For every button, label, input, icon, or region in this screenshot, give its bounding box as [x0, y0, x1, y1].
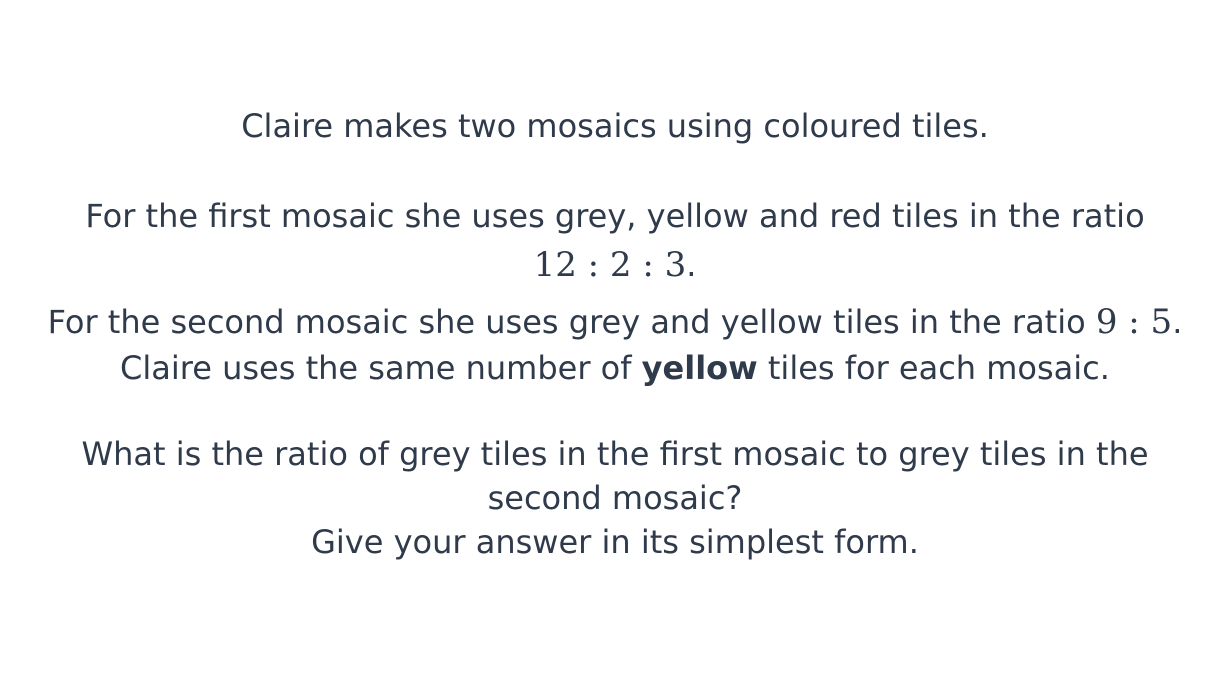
instruction-text: Give your answer in its simplest form. [311, 523, 919, 561]
second-ratio-period: . [1172, 303, 1183, 341]
intro-text: Claire makes two mosaics using coloured … [241, 107, 989, 145]
question-line-2: second mosaic? [0, 476, 1230, 520]
yellow-emphasis: yellow [641, 349, 758, 387]
first-ratio-line: 12 : 2 : 3. [0, 243, 1230, 287]
question-line-1: What is the ratio of grey tiles in the f… [0, 432, 1230, 476]
question-text-1: What is the ratio of grey tiles in the f… [81, 435, 1149, 473]
second-mosaic-text: For the second mosaic she uses grey and … [47, 303, 1096, 341]
intro-line: Claire makes two mosaics using coloured … [0, 104, 1230, 148]
second-mosaic-line: For the second mosaic she uses grey and … [0, 300, 1230, 344]
instruction-line: Give your answer in its simplest form. [0, 520, 1230, 564]
same-yellow-before: Claire uses the same number of [120, 349, 642, 387]
question-text-2: second mosaic? [487, 479, 743, 517]
first-ratio-period: . [686, 246, 697, 284]
second-ratio: 9 : 5 [1095, 302, 1173, 342]
first-mosaic-text: For the first mosaic she uses grey, yell… [85, 197, 1145, 235]
first-mosaic-line: For the first mosaic she uses grey, yell… [0, 194, 1230, 238]
same-yellow-line: Claire uses the same number of yellow ti… [0, 346, 1230, 390]
first-ratio: 12 : 2 : 3 [533, 245, 687, 285]
same-yellow-after: tiles for each mosaic. [757, 349, 1110, 387]
